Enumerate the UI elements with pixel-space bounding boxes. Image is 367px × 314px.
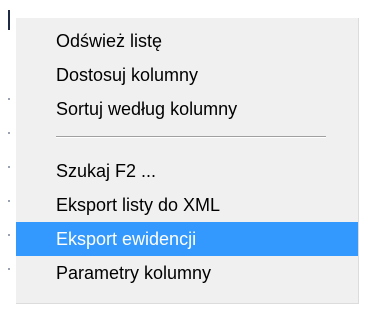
window-edge-dot — [8, 268, 10, 270]
menu-item-export-list-xml[interactable]: Eksport listy do XML — [16, 188, 358, 222]
menu-separator — [56, 136, 326, 138]
window-edge-dot — [8, 98, 10, 100]
menu-item-column-parameters[interactable]: Parametry kolumny — [16, 256, 358, 290]
menu-item-customize-columns[interactable]: Dostosuj kolumny — [16, 58, 358, 92]
menu-item-export-records[interactable]: Eksport ewidencji — [16, 222, 358, 256]
window-edge-dot — [8, 200, 10, 202]
menu-item-refresh-list[interactable]: Odśwież listę — [16, 24, 358, 58]
window-edge-dot — [8, 166, 10, 168]
window-edge-dot — [8, 132, 10, 134]
window-edge — [8, 10, 10, 30]
context-menu: Odśwież listę Dostosuj kolumny Sortuj we… — [16, 18, 359, 304]
window-edge-dot — [8, 234, 10, 236]
menu-item-search[interactable]: Szukaj F2 ... — [16, 154, 358, 188]
screen: Odśwież listę Dostosuj kolumny Sortuj we… — [0, 0, 367, 314]
menu-item-sort-by-column[interactable]: Sortuj według kolumny — [16, 92, 358, 126]
